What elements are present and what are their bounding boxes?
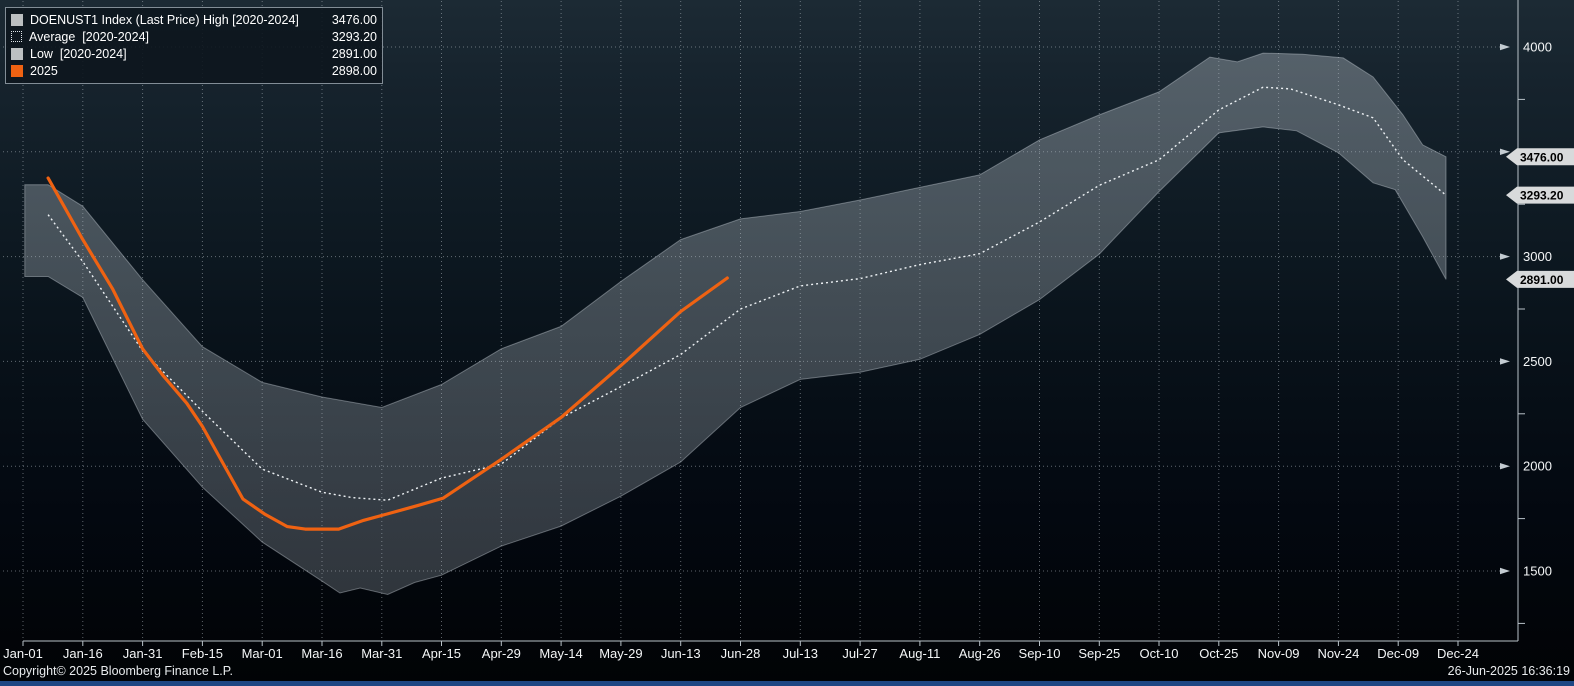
range-band-2020-2024 bbox=[24, 52, 1447, 596]
y-axis-label: 1500 bbox=[1523, 564, 1552, 579]
legend-row[interactable]: Average [2020-2024] 3293.20 bbox=[11, 28, 377, 45]
x-tick-label: Jan-31 bbox=[123, 646, 163, 661]
x-tick-label: Sep-25 bbox=[1078, 646, 1120, 661]
x-tick-label: Feb-15 bbox=[182, 646, 223, 661]
legend-row[interactable]: DOENUST1 Index (Last Price) High [2020-2… bbox=[11, 11, 377, 28]
legend-value: 2891.00 bbox=[331, 46, 377, 61]
legend-value: 2898.00 bbox=[331, 63, 377, 78]
x-tick-label: Oct-10 bbox=[1139, 646, 1178, 661]
y-axis-label: 4000 bbox=[1523, 40, 1552, 55]
legend-swatch-gray-icon bbox=[11, 47, 23, 60]
x-tick-label: Aug-11 bbox=[899, 646, 940, 661]
copyright-text: Copyright© 2025 Bloomberg Finance L.P. bbox=[3, 664, 233, 678]
x-tick-label: Nov-09 bbox=[1258, 646, 1300, 661]
x-tick-label: Jan-16 bbox=[63, 646, 103, 661]
legend-value: 3476.00 bbox=[331, 12, 377, 27]
chart-canvas[interactable]: 4000 3000 2500 2000 1500 Jan-01 Jan-16 Jan-31 Fe… bbox=[0, 0, 1574, 686]
x-tick-label: Sep-10 bbox=[1019, 646, 1061, 661]
legend-label: DOENUST1 Index (Last Price) High [2020-2… bbox=[30, 12, 299, 27]
x-tick-label: Jul-27 bbox=[842, 646, 877, 661]
x-tick-label: Jul-13 bbox=[783, 646, 818, 661]
legend-label: Average [2020-2024] bbox=[29, 29, 150, 44]
x-tick-label: Apr-29 bbox=[482, 646, 521, 661]
legend-label: 2025 bbox=[30, 63, 58, 78]
legend-swatch-orange-icon bbox=[11, 64, 23, 77]
legend-label: Low [2020-2024] bbox=[30, 46, 127, 61]
axis-badges: 3476.00 3293.20 2891.00 bbox=[1506, 148, 1574, 288]
legend-swatch-gray-icon bbox=[11, 13, 23, 26]
x-tick-label: Oct-25 bbox=[1199, 646, 1238, 661]
legend-row[interactable]: Low [2020-2024] 2891.00 bbox=[11, 45, 377, 62]
x-tick-label: May-14 bbox=[539, 646, 582, 661]
footer-bar: Copyright© 2025 Bloomberg Finance L.P. 2… bbox=[0, 664, 1574, 681]
x-tick-label: Jun-28 bbox=[721, 646, 761, 661]
axis-badge-value: 2891.00 bbox=[1520, 273, 1564, 287]
legend-swatch-dotted-icon bbox=[11, 31, 22, 42]
x-tick-label: Jan-01 bbox=[3, 646, 43, 661]
y-axis-label: 3000 bbox=[1523, 249, 1552, 264]
x-tick-label: May-29 bbox=[599, 646, 642, 661]
y-axis-label: 2500 bbox=[1523, 354, 1552, 369]
x-tick-label: Apr-15 bbox=[422, 646, 461, 661]
x-tick-label: Mar-01 bbox=[242, 646, 283, 661]
y-axis-label: 2000 bbox=[1523, 459, 1552, 474]
bottom-blue-strip bbox=[0, 681, 1574, 686]
x-tick-label: Dec-09 bbox=[1377, 646, 1419, 661]
chart-legend[interactable]: DOENUST1 Index (Last Price) High [2020-2… bbox=[5, 7, 383, 84]
x-tick-label: Nov-24 bbox=[1317, 646, 1359, 661]
legend-row[interactable]: 2025 2898.00 bbox=[11, 62, 377, 79]
axis-badge-value: 3476.00 bbox=[1520, 150, 1564, 164]
timestamp-text: 26-Jun-2025 16:36:19 bbox=[1447, 664, 1570, 678]
axis-badge-value: 3293.20 bbox=[1520, 189, 1564, 203]
legend-value: 3293.20 bbox=[331, 29, 377, 44]
x-tick-label: Jun-13 bbox=[661, 646, 701, 661]
x-tick-label: Aug-26 bbox=[959, 646, 1001, 661]
x-tick-label: Mar-31 bbox=[361, 646, 402, 661]
x-tick-label: Dec-24 bbox=[1437, 646, 1479, 661]
x-tick-label: Mar-16 bbox=[301, 646, 342, 661]
